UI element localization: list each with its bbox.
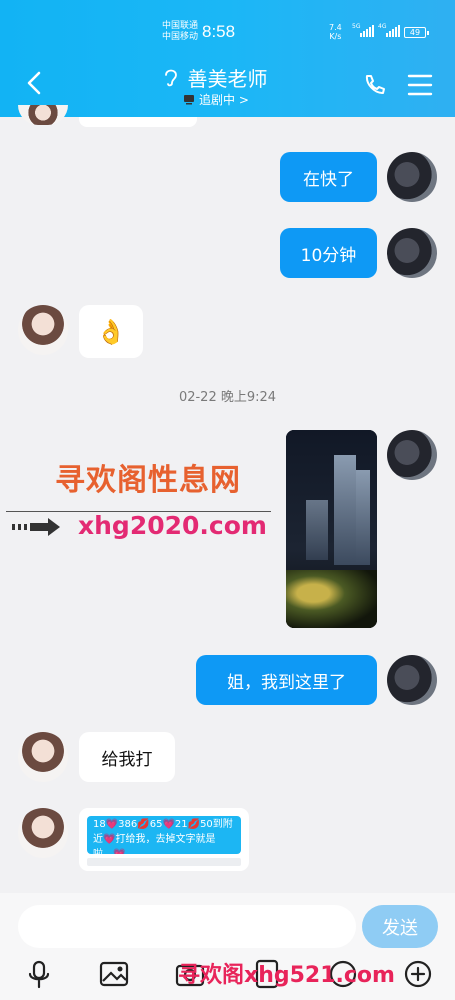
avatar[interactable] (387, 228, 437, 278)
building-shape (334, 455, 356, 565)
message-bubble[interactable]: 10分钟 (280, 228, 377, 278)
watermark-bottom: 寻欢阁xhg521.com (178, 963, 395, 988)
image-message-card[interactable]: 18💗386💋65💗21💋50到附近💗打给我，去掉文字就是啦…💗 (79, 808, 249, 871)
message-bubble[interactable]: 给我打 (79, 732, 175, 782)
message-bubble[interactable]: 👌 (79, 305, 143, 358)
watermark-url: xhg2020.com (78, 511, 267, 540)
ok-hand-emoji: 👌 (96, 317, 126, 346)
status-bar: 中国联通 中国移动 8:58 7.4 K/s 5G 4G 49 (0, 18, 455, 48)
message-text: 给我打 (101, 749, 153, 770)
watermark-title: 寻欢阁性息网 (55, 463, 241, 498)
message-text: 10分钟 (300, 245, 357, 266)
signal-2-tag: 4G (378, 23, 387, 30)
arrow-right-icon (12, 518, 60, 536)
contact-name: 善美老师 (187, 67, 268, 91)
microphone-icon[interactable] (24, 959, 54, 989)
video-foreground (286, 570, 377, 628)
phone-icon (365, 75, 385, 94)
carrier-names: 中国联通 中国移动 (162, 21, 198, 43)
signal-1-icon: 5G (352, 23, 374, 37)
message-text: 姐，我到这里了 (227, 672, 346, 693)
avatar[interactable] (18, 305, 68, 355)
clock: 8:58 (202, 22, 236, 41)
signal-2-icon: 4G (378, 23, 400, 37)
menu-button[interactable] (407, 74, 433, 96)
carrier-2: 中国移动 (162, 32, 199, 42)
message-text: 在快了 (303, 169, 354, 190)
watching-status-label: 追剧中 > (199, 93, 249, 107)
message-bubble[interactable]: 姐，我到这里了 (196, 655, 377, 705)
avatar[interactable] (18, 105, 68, 125)
net-speed-value: 7.4 (329, 23, 342, 32)
carrier-1: 中国联通 (162, 21, 199, 31)
card-text: 18💗386💋65💗21💋50到附近💗打给我，去掉文字就是啦…💗 (87, 816, 241, 854)
avatar[interactable] (387, 655, 437, 705)
building-shape (356, 470, 370, 565)
call-button[interactable] (362, 72, 388, 98)
avatar[interactable] (18, 732, 68, 782)
image-icon[interactable] (99, 959, 129, 989)
send-button[interactable]: 发送 (362, 905, 438, 948)
building-shape (306, 500, 328, 560)
message-bubble[interactable]: 在快了 (280, 152, 377, 202)
message-timestamp: 02-22 晚上9:24 (178, 390, 277, 405)
video-message[interactable] (286, 430, 377, 628)
watching-status[interactable]: 追剧中 > (183, 91, 249, 108)
net-speed-unit: K/s (329, 32, 342, 41)
avatar[interactable] (387, 152, 437, 202)
previous-message-bubble (79, 117, 197, 127)
watermark: 寻欢阁性息网 xhg2020.com (0, 455, 280, 545)
card-footer (87, 858, 241, 866)
signal-1-tag: 5G (352, 23, 361, 30)
plus-icon[interactable] (403, 959, 433, 989)
battery-icon: 49 (404, 27, 429, 38)
menu-icon (407, 74, 433, 96)
message-input[interactable] (18, 905, 356, 948)
avatar[interactable] (18, 808, 68, 858)
avatar[interactable] (387, 430, 437, 480)
chat-header: 中国联通 中国移动 8:58 7.4 K/s 5G 4G 49 善美老师 追剧中… (0, 0, 455, 117)
tv-icon (184, 95, 194, 105)
network-speed: 7.4 K/s (329, 23, 342, 41)
